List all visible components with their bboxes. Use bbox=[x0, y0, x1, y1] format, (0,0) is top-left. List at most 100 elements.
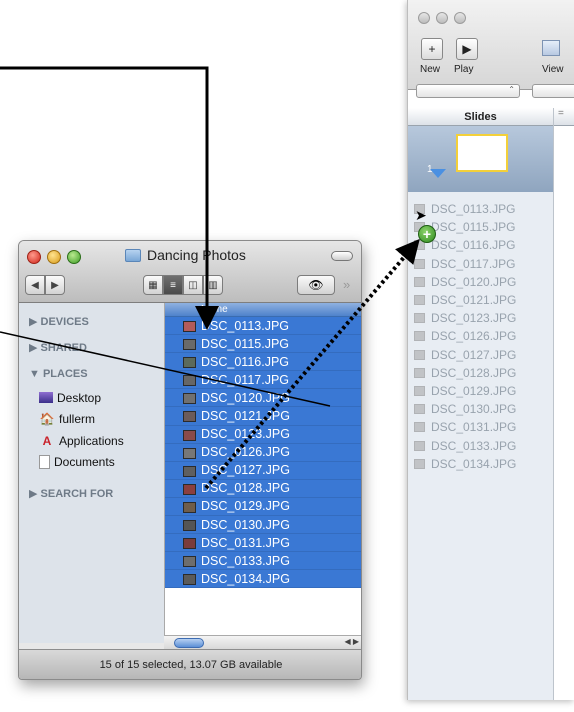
minimize-button[interactable] bbox=[47, 250, 61, 264]
shared-label: SHARED bbox=[40, 342, 87, 354]
sidebar-item-label: Documents bbox=[54, 455, 115, 470]
close-window-button[interactable] bbox=[418, 12, 430, 24]
file-name: DSC_0131.JPG bbox=[201, 535, 290, 550]
selected-slide-row[interactable]: 1 bbox=[408, 126, 553, 192]
ghost-file-name: DSC_0120.JPG bbox=[431, 274, 517, 289]
file-row[interactable]: DSC_0129.JPG bbox=[165, 497, 361, 517]
close-button[interactable] bbox=[27, 250, 41, 264]
view-label: View bbox=[542, 64, 564, 75]
new-slide-label: New bbox=[420, 64, 441, 75]
ghost-file-name: DSC_0113.JPG bbox=[431, 202, 516, 217]
ghost-file-item: DSC_0123.JPG bbox=[414, 309, 516, 327]
file-list: Name DSC_0113.JPG DSC_0115.JPG DSC_0116.JP… bbox=[164, 303, 361, 635]
forward-button[interactable]: ▶ bbox=[45, 275, 65, 295]
name-column-header[interactable]: Name bbox=[165, 303, 361, 317]
ghost-file-item: DSC_0131.JPG bbox=[414, 418, 516, 436]
image-file-icon bbox=[183, 411, 196, 423]
file-row[interactable]: DSC_0121.JPG bbox=[165, 407, 361, 426]
ghost-file-item: DSC_0129.JPG bbox=[414, 382, 516, 400]
devices-label: DEVICES bbox=[40, 316, 89, 328]
play-label: Play bbox=[454, 64, 474, 75]
search-for-label: SEARCH FOR bbox=[40, 488, 114, 500]
ghost-file-name: DSC_0133.JPG bbox=[431, 438, 517, 453]
zoom-window-button[interactable] bbox=[454, 12, 466, 24]
ghost-file-item: DSC_0133.JPG bbox=[414, 436, 516, 454]
insert-position-marker-icon bbox=[430, 169, 446, 178]
ghost-file-item: DSC_0127.JPG bbox=[414, 346, 516, 364]
sidebar-item-desktop[interactable]: Desktop bbox=[19, 387, 164, 409]
scrollbar-thumb[interactable] bbox=[174, 638, 204, 648]
icon-view-button[interactable]: ▦ bbox=[143, 275, 163, 295]
ghost-file-item: DSC_0130.JPG bbox=[414, 400, 516, 418]
theme-select[interactable]: ⌃ bbox=[416, 84, 520, 98]
ghost-image-icon bbox=[414, 404, 425, 415]
sidebar-section-shared[interactable]: ▶ SHARED bbox=[19, 335, 164, 361]
image-file-icon bbox=[183, 393, 196, 405]
ghost-image-icon bbox=[414, 258, 425, 269]
play-button[interactable]: ▶ bbox=[456, 38, 478, 60]
sidebar-section-places[interactable]: ▼ PLACES bbox=[19, 361, 164, 387]
file-row[interactable]: DSC_0134.JPG bbox=[165, 570, 361, 589]
image-file-icon bbox=[183, 357, 196, 369]
scroll-arrows-icon[interactable]: ◀ ▶ bbox=[344, 637, 359, 646]
file-row[interactable]: DSC_0113.JPG bbox=[165, 317, 361, 336]
ghost-file-name: DSC_0131.JPG bbox=[431, 420, 517, 435]
file-row[interactable]: DSC_0126.JPG bbox=[165, 443, 361, 462]
file-row[interactable]: DSC_0120.JPG bbox=[165, 389, 361, 408]
image-file-icon bbox=[183, 574, 196, 586]
list-view-button[interactable]: ≡ bbox=[163, 275, 183, 295]
image-file-icon bbox=[183, 520, 196, 532]
image-file-icon bbox=[183, 465, 196, 477]
file-row[interactable]: DSC_0130.JPG bbox=[165, 516, 361, 535]
ghost-image-icon bbox=[414, 367, 425, 378]
file-row[interactable]: DSC_0115.JPG bbox=[165, 335, 361, 354]
ghost-file-name: DSC_0117.JPG bbox=[431, 256, 516, 271]
file-row[interactable]: DSC_0123.JPG bbox=[165, 425, 361, 444]
ghost-file-item: DSC_0128.JPG bbox=[414, 364, 516, 382]
ghost-file-name: DSC_0126.JPG bbox=[431, 329, 517, 344]
layout-select[interactable] bbox=[532, 84, 574, 98]
file-name: DSC_0128.JPG bbox=[201, 481, 290, 496]
slide-thumbnail[interactable] bbox=[456, 134, 508, 172]
toolbar-toggle-button[interactable] bbox=[331, 251, 353, 261]
sidebar-section-search-for[interactable]: ▶ SEARCH FOR bbox=[19, 481, 164, 507]
file-row[interactable]: DSC_0131.JPG bbox=[165, 534, 361, 553]
file-row[interactable]: DSC_0127.JPG bbox=[165, 461, 361, 480]
quick-look-eye-icon[interactable]: 👁 bbox=[297, 275, 335, 295]
view-icon[interactable] bbox=[542, 40, 560, 56]
ghost-file-name: DSC_0116.JPG bbox=[431, 238, 516, 253]
column-view-button[interactable]: ◫ bbox=[183, 275, 203, 295]
ghost-image-icon bbox=[414, 385, 425, 396]
file-row[interactable]: DSC_0116.JPG bbox=[165, 353, 361, 372]
finder-titlebar: Dancing Photos ◀ ▶ ▦ ≡ ◫ ▥ 👁 » bbox=[19, 241, 361, 303]
arrow-cursor-icon: ➤ bbox=[415, 207, 427, 223]
ghost-file-item: DSC_0113.JPG bbox=[414, 200, 516, 218]
file-row[interactable]: DSC_0117.JPG bbox=[165, 371, 361, 390]
sidebar-item-applications[interactable]: A Applications bbox=[19, 430, 164, 452]
minimize-window-button[interactable] bbox=[436, 12, 448, 24]
ghost-file-name: DSC_0123.JPG bbox=[431, 311, 517, 326]
file-name: DSC_0113.JPG bbox=[201, 318, 290, 333]
window-title: Dancing Photos bbox=[147, 247, 246, 263]
sidebar-section-devices[interactable]: ▶ DEVICES bbox=[19, 309, 164, 335]
sidebar-item-label: fullerm bbox=[59, 412, 96, 427]
sidebar-item-documents[interactable]: Documents bbox=[19, 452, 164, 474]
horizontal-scrollbar[interactable]: ◀ ▶ bbox=[164, 635, 361, 649]
file-row[interactable]: DSC_0133.JPG bbox=[165, 552, 361, 571]
ghost-file-item: DSC_0134.JPG bbox=[414, 455, 516, 473]
sidebar-item-label: Applications bbox=[59, 433, 124, 448]
more-chevron-icon[interactable]: » bbox=[343, 277, 350, 292]
ghost-file-name: DSC_0121.JPG bbox=[431, 293, 517, 308]
home-icon: 🏠 bbox=[39, 412, 55, 427]
ghost-file-name: DSC_0130.JPG bbox=[431, 402, 517, 417]
image-file-icon bbox=[183, 447, 196, 459]
ghost-image-icon bbox=[414, 349, 425, 360]
file-row[interactable]: DSC_0128.JPG bbox=[165, 479, 361, 498]
coverflow-view-button[interactable]: ▥ bbox=[203, 275, 223, 295]
image-file-icon bbox=[183, 556, 196, 568]
file-name: DSC_0116.JPG bbox=[201, 354, 290, 369]
sidebar-item-fullerm[interactable]: 🏠 fullerm bbox=[19, 409, 164, 431]
back-button[interactable]: ◀ bbox=[25, 275, 45, 295]
new-slide-button[interactable]: + bbox=[421, 38, 443, 60]
zoom-button[interactable] bbox=[67, 250, 81, 264]
